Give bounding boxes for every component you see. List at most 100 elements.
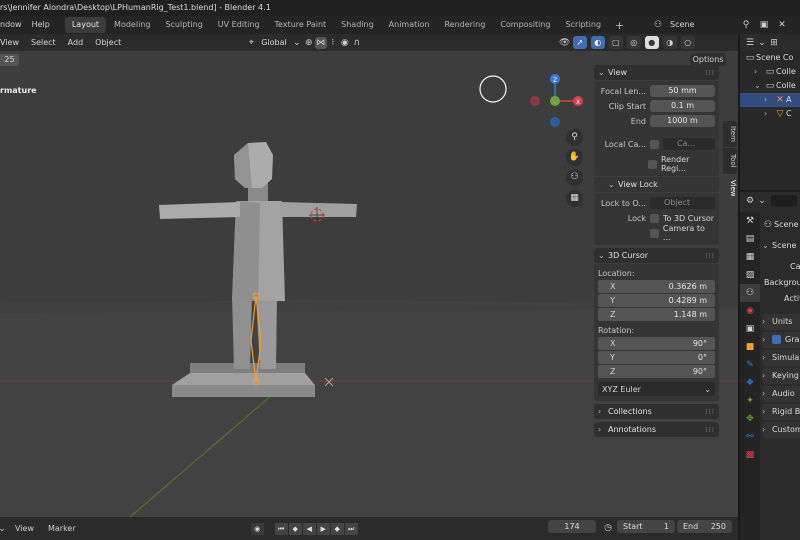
pivot-icon[interactable]: ⊕ <box>303 37 315 49</box>
shading-rendered-icon[interactable]: ○ <box>680 36 695 49</box>
tab-item[interactable]: Item <box>723 121 737 147</box>
end-frame-field[interactable]: End 250 <box>677 520 732 533</box>
render-icon[interactable]: ▤ <box>740 230 760 248</box>
tab-animation[interactable]: Animation <box>382 17 437 33</box>
cursor-location-y[interactable]: Y 0.4289 m <box>598 294 715 307</box>
tab-compositing[interactable]: Compositing <box>493 17 557 33</box>
xray-toggle-icon[interactable]: ▢ <box>608 36 623 49</box>
snap-target-icon[interactable]: ⁝ <box>327 37 339 49</box>
shading-solid-icon[interactable]: ● <box>644 36 659 49</box>
menu-object[interactable]: Object <box>89 34 127 51</box>
menu-help[interactable]: Help <box>27 16 55 34</box>
lock-to-object-field[interactable]: Object <box>650 197 715 209</box>
clock-icon[interactable]: ◷ <box>602 522 614 534</box>
clip-start-field[interactable]: 0.1 m <box>650 100 715 112</box>
gizmo-neg-x-handle[interactable] <box>530 96 540 106</box>
simulation-panel[interactable]: › Simula <box>762 350 800 366</box>
drag-handle-icon[interactable]: ⁞⁞⁞ <box>705 69 715 77</box>
collections-panel-header[interactable]: › Collections ⁞⁞⁞ <box>594 404 719 419</box>
falloff-icon[interactable]: ∩ <box>351 37 363 49</box>
tab-modeling[interactable]: Modeling <box>107 17 157 33</box>
focal-length-field[interactable]: 50 mm <box>650 85 715 97</box>
gizmo-y-handle[interactable] <box>550 96 560 106</box>
new-scene-icon[interactable]: ▣ <box>758 19 770 31</box>
output-icon[interactable]: ▦ <box>740 248 760 266</box>
play-reverse-icon[interactable]: ◀ <box>302 522 316 535</box>
lock-to-cursor-checkbox[interactable] <box>650 213 659 223</box>
play-icon[interactable]: ▶ <box>316 522 330 535</box>
render-region-label[interactable]: Render Regi... <box>661 155 715 173</box>
tab-rendering[interactable]: Rendering <box>437 17 492 33</box>
cursor-location-z[interactable]: Z 1.148 m <box>598 308 715 321</box>
drag-handle-icon[interactable]: ⁞⁞⁞ <box>705 426 715 434</box>
local-camera-checkbox[interactable] <box>650 139 659 149</box>
view-lock-header[interactable]: ⌄ View Lock <box>594 177 719 192</box>
menu-window[interactable]: ndow <box>0 16 27 34</box>
tab-sculpting[interactable]: Sculpting <box>158 17 209 33</box>
close-icon[interactable]: ✕ <box>776 19 788 31</box>
options-dropdown[interactable]: Options <box>690 53 726 66</box>
drag-handle-icon[interactable]: ⁞⁞⁞ <box>705 408 715 416</box>
audio-panel[interactable]: › Audio <box>762 386 800 402</box>
tab-texture-paint[interactable]: Texture Paint <box>268 17 334 33</box>
tab-layout[interactable]: Layout <box>64 17 107 33</box>
constraints-icon[interactable]: ✥ <box>740 410 760 428</box>
3d-viewport[interactable]: Z X 25 rmature ⚲ ✋ ⚇ ▦ ⌄ View ⁞⁞⁞ Focal … <box>0 51 738 517</box>
object-icon[interactable]: ■ <box>740 338 760 356</box>
scene-selector[interactable]: ⚇ Scene ⚲ ▣ ✕ <box>652 17 800 32</box>
local-camera-field[interactable]: Ca... <box>663 138 715 150</box>
outliner-row-collection-1[interactable]: › ▭ Colle <box>740 65 800 79</box>
rotation-mode-dropdown[interactable]: XYZ Euler ⌄ <box>598 382 715 396</box>
properties-search-input[interactable] <box>771 195 797 207</box>
menu-add[interactable]: Add <box>62 34 90 51</box>
shading-material-icon[interactable]: ◑ <box>662 36 677 49</box>
menu-marker[interactable]: Marker <box>41 524 83 533</box>
gizmo-toggle-icon[interactable]: ↗ <box>572 36 587 49</box>
pan-hand-icon[interactable]: ✋ <box>566 149 583 166</box>
camera-to-view-label[interactable]: Camera to ... <box>663 224 715 242</box>
collection-icon[interactable]: ▣ <box>740 320 760 338</box>
shading-wireframe-icon[interactable]: ◎ <box>626 36 641 49</box>
zoom-icon[interactable]: ⚲ <box>566 129 583 146</box>
view-panel-header[interactable]: ⌄ View ⁞⁞⁞ <box>594 65 719 80</box>
cursor-rotation-x[interactable]: X 90° <box>598 337 715 350</box>
jump-end-icon[interactable]: ⏭ <box>344 522 358 535</box>
gravity-checkbox[interactable] <box>772 335 781 344</box>
cursor-panel-header[interactable]: ⌄ 3D Cursor ⁞⁞⁞ <box>594 248 719 263</box>
outliner-row-object[interactable]: › ▽ C <box>740 107 800 121</box>
cursor-rotation-z[interactable]: Z 90° <box>598 365 715 378</box>
scene-name[interactable]: Scene <box>670 20 734 29</box>
tab-tool[interactable]: Tool <box>723 148 737 174</box>
outliner-editor-icon[interactable]: ☰ <box>744 37 756 49</box>
visibility-icon[interactable]: 👁 <box>559 37 571 49</box>
snap-icon[interactable]: ⋈ <box>314 36 327 49</box>
display-mode-icon[interactable]: ⊞ <box>768 37 780 49</box>
cursor-rotation-y[interactable]: Y 0° <box>598 351 715 364</box>
tab-view[interactable]: View <box>723 175 737 201</box>
next-keyframe-icon[interactable]: ◆ <box>330 522 344 535</box>
outliner-row-collection-2[interactable]: ⌄ ▭ Colle <box>740 79 800 93</box>
outliner-row-scene-collection[interactable]: ▭ Scene Co <box>740 51 800 65</box>
rigid-body-panel[interactable]: › Rigid B <box>762 404 800 420</box>
tab-uv-editing[interactable]: UV Editing <box>211 17 267 33</box>
start-frame-field[interactable]: Start 1 <box>617 520 675 533</box>
proportional-edit-icon[interactable]: ◉ <box>339 37 351 49</box>
physics-icon[interactable]: ✦ <box>740 392 760 410</box>
modifier-icon[interactable]: ✎ <box>740 356 760 374</box>
scene-panel-header[interactable]: ⌄ Scene <box>762 239 800 253</box>
overlays-toggle-icon[interactable]: ◐ <box>590 36 605 49</box>
particles-icon[interactable]: ❖ <box>740 374 760 392</box>
keying-panel[interactable]: › Keying <box>762 368 800 384</box>
jump-start-icon[interactable]: ⏮ <box>274 522 288 535</box>
cursor-location-x[interactable]: X 0.3626 m <box>598 280 715 293</box>
orientation-dropdown[interactable]: Global <box>257 38 291 47</box>
record-icon[interactable]: ◉ <box>250 522 264 535</box>
current-frame-field[interactable]: 174 <box>548 520 596 533</box>
editor-type-icon[interactable]: ⌄ <box>0 523 8 535</box>
camera-view-icon[interactable]: ⚇ <box>566 169 583 186</box>
view-layer-icon[interactable]: ▨ <box>740 266 760 284</box>
tab-shading[interactable]: Shading <box>334 17 381 33</box>
add-workspace-button[interactable]: + <box>609 19 630 32</box>
annotations-panel-header[interactable]: › Annotations ⁞⁞⁞ <box>594 422 719 437</box>
menu-select[interactable]: Select <box>25 34 62 51</box>
